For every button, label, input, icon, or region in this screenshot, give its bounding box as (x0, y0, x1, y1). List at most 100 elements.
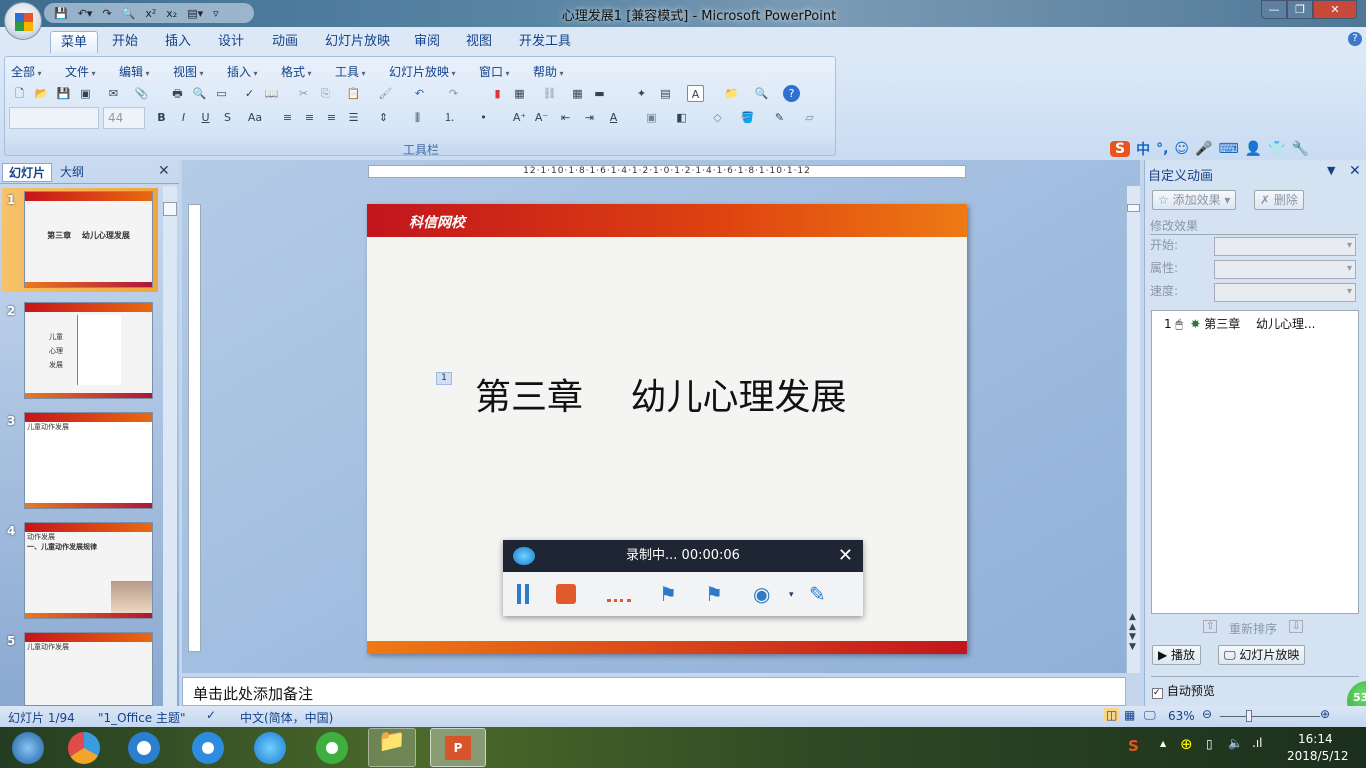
language[interactable]: 中文(简体，中国) (240, 709, 333, 726)
move-up-icon[interactable]: ⇧ (1203, 620, 1218, 633)
device-tray-icon[interactable]: ▯ (1206, 737, 1213, 751)
research-icon[interactable]: 📖 (263, 85, 280, 102)
font-name-select[interactable] (9, 107, 99, 129)
shrink-font-icon[interactable]: A⁻ (533, 109, 550, 126)
dropdown-icon[interactable]: ▾ (789, 590, 794, 600)
zoom-slider[interactable] (1220, 716, 1320, 717)
text-direction-icon[interactable]: ⇕ (375, 109, 392, 126)
tab-slides[interactable]: 幻灯片 (2, 163, 53, 182)
slide-thumbnail-1[interactable]: 第三章 幼儿心理发展 (24, 191, 153, 288)
tab-outline[interactable]: 大纲 (54, 163, 90, 182)
messenger-icon[interactable] (192, 732, 224, 764)
shape-style-icon[interactable]: ◇ (709, 109, 726, 126)
marker-end-icon[interactable]: ⚑ (705, 582, 723, 606)
slide-thumbnail-2[interactable]: 儿童 心理 发展 (24, 302, 153, 399)
tab-developer[interactable]: 开发工具 (509, 31, 581, 53)
tab-review[interactable]: 审阅 (404, 31, 450, 53)
minimize-button[interactable]: — (1261, 0, 1287, 19)
font-color-icon[interactable]: A (605, 109, 622, 126)
clock-time[interactable]: 16:14 (1298, 732, 1333, 746)
layout-icon[interactable]: ▤ (657, 85, 674, 102)
grow-font-icon[interactable]: A⁺ (511, 109, 528, 126)
sogou-logo-icon[interactable]: S (1110, 141, 1131, 157)
menu-window[interactable]: 窗口 (479, 63, 510, 80)
increase-indent-icon[interactable]: ⇥ (581, 109, 598, 126)
maximize-button[interactable]: ❐ (1287, 0, 1313, 19)
network-icon[interactable]: .ıl (1252, 736, 1262, 750)
print-preview-icon[interactable]: 🔍 (191, 85, 208, 102)
keyboard-icon[interactable]: ⌨ (1218, 141, 1238, 157)
italic-icon[interactable]: I (175, 109, 192, 126)
help-icon[interactable]: ? (783, 85, 800, 102)
slide-sorter-icon[interactable]: ▦ (1124, 708, 1135, 722)
menu-all[interactable]: 全部 (11, 63, 42, 80)
play-button[interactable]: ▶ 播放 (1152, 645, 1202, 665)
decrease-indent-icon[interactable]: ⇤ (557, 109, 574, 126)
powerpoint-task-icon[interactable]: P (430, 728, 486, 767)
zoom-out-icon[interactable]: ⊖ (1202, 707, 1212, 721)
align-center-icon[interactable]: ≡ (301, 109, 318, 126)
clock-date[interactable]: 2018/5/12 (1287, 749, 1349, 763)
editor-scrollbar[interactable]: ▲ ▲ ▼ ▼ (1126, 186, 1140, 673)
email-icon[interactable]: ✉ (105, 85, 122, 102)
slide-title[interactable]: 第三章 幼儿心理发展 (475, 368, 846, 420)
attach-icon[interactable]: 📎 (133, 85, 150, 102)
stop-icon[interactable] (556, 584, 576, 604)
user-icon[interactable]: 👤 (1245, 141, 1262, 157)
menu-insert[interactable]: 插入 (227, 63, 258, 80)
frame-icon[interactable]: ▭ (213, 85, 230, 102)
open-icon[interactable]: 📂 (33, 85, 50, 102)
close-recorder-icon[interactable]: ✕ (838, 540, 853, 572)
tab-menu[interactable]: 菜单 (50, 31, 99, 53)
marker-start-icon[interactable]: ⚑ (659, 582, 677, 606)
pane-menu-icon[interactable]: ▼ (1327, 164, 1335, 177)
line-color-icon[interactable]: ✎ (771, 109, 788, 126)
bold-icon[interactable]: B (153, 109, 170, 126)
numbering-icon[interactable]: ⒈ (441, 109, 458, 126)
start-button[interactable] (12, 732, 44, 764)
underline-icon[interactable]: U (197, 109, 214, 126)
microphone-icon[interactable]: 🎤 (1195, 141, 1212, 157)
columns-icon[interactable]: ⫼ (409, 109, 426, 126)
save-icon[interactable]: 💾 (55, 85, 72, 102)
animation-marker[interactable]: 1 (436, 372, 452, 385)
remove-button[interactable]: ✗ 删除 (1254, 190, 1304, 210)
hyperlink-icon[interactable]: ⛓ (541, 85, 558, 102)
zoom-slider-thumb[interactable] (1246, 710, 1253, 722)
spelling-icon[interactable]: ✓ (241, 85, 258, 102)
align-right-icon[interactable]: ≡ (323, 109, 340, 126)
shadow-effect-icon[interactable]: ▱ (801, 109, 818, 126)
slide-thumbnail-5[interactable]: 儿童动作发展 (24, 632, 153, 706)
menu-help[interactable]: 帮助 (533, 63, 564, 80)
sogou-tray-icon[interactable]: S (1128, 737, 1139, 755)
redo-icon[interactable]: ↷ (445, 85, 462, 102)
theme-name[interactable]: "1_Office 主题" (98, 709, 186, 726)
webcam-add-icon[interactable]: ◉ (753, 582, 770, 606)
new-slide-icon[interactable]: ✦ (633, 85, 650, 102)
emoji-icon[interactable]: ☺ (1174, 141, 1189, 157)
undo-icon[interactable]: ↶ (411, 85, 428, 102)
move-down-icon[interactable]: ⇩ (1289, 620, 1304, 633)
autopreview-checkbox[interactable]: ✓ 自动预览 (1152, 682, 1215, 699)
slideshow-view-icon[interactable]: 🖵 (1144, 708, 1156, 723)
tab-home[interactable]: 开始 (102, 31, 148, 53)
prev-next-slide-icon[interactable]: ▲ ▲ ▼ ▼ (1129, 612, 1136, 652)
table-icon[interactable]: ▦ (511, 85, 528, 102)
ie-browser-icon[interactable] (128, 732, 160, 764)
ime-punct[interactable]: °, (1156, 141, 1168, 157)
browser-icon[interactable] (316, 732, 348, 764)
tab-view[interactable]: 视图 (456, 31, 502, 53)
change-case-icon[interactable]: Aa (243, 109, 267, 126)
pen-icon[interactable]: ✎ (809, 582, 826, 606)
justify-icon[interactable]: ☰ (345, 109, 362, 126)
chart-icon[interactable]: ▮ (489, 85, 506, 102)
cut-icon[interactable]: ✂ (295, 85, 312, 102)
fill-color-icon[interactable]: 🪣 (739, 109, 756, 126)
paste-icon[interactable]: 📋 (345, 85, 362, 102)
add-effect-button[interactable]: ☆ 添加效果 ▾ (1152, 190, 1237, 210)
new-icon[interactable]: 🗋 (11, 85, 28, 102)
skin-icon[interactable]: 👕 (1268, 141, 1285, 157)
menu-file[interactable]: 文件 (65, 63, 96, 80)
security-tray-icon[interactable]: ⊕ (1180, 735, 1193, 753)
app-icon[interactable] (68, 732, 100, 764)
